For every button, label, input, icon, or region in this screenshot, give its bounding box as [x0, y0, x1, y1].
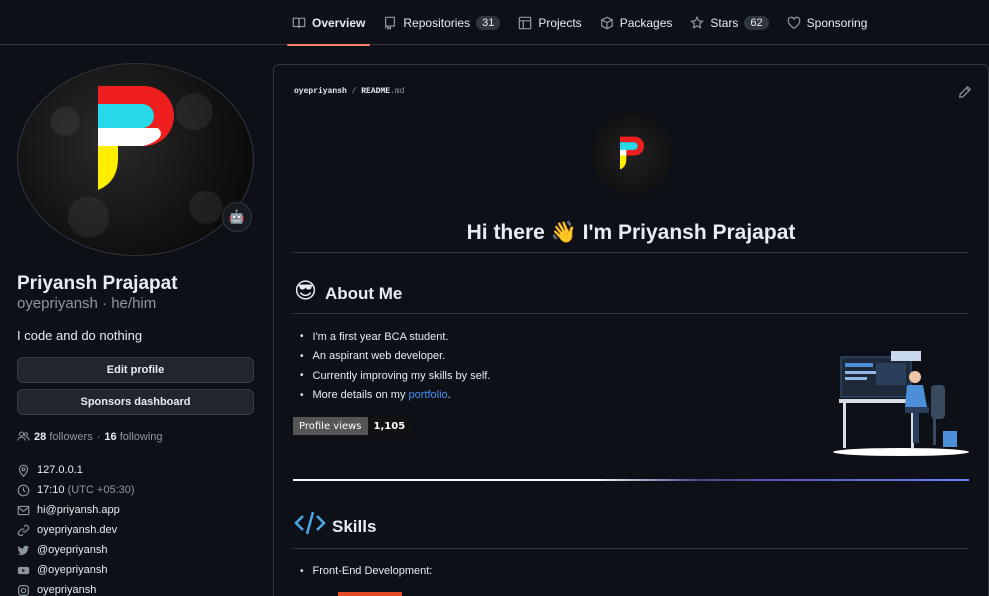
p-logo-icon — [98, 86, 174, 190]
twitter-item[interactable]: @oyepriyansh — [17, 540, 135, 560]
status-emoji-button[interactable]: 🤖 — [222, 202, 252, 232]
gradient-divider — [293, 479, 969, 481]
readme-greeting: Hi there 👋 I'm Priyansh Prajapat — [466, 221, 796, 244]
avatar[interactable] — [17, 63, 254, 256]
tab-sponsoring-label: Sponsoring — [806, 15, 868, 30]
people-icon — [17, 430, 30, 443]
youtube-link[interactable]: @oyepriyansh — [37, 564, 107, 576]
profile-tab-nav: Overview Repositories 31 Projects Packag… — [0, 0, 989, 46]
skills-list: Front-End Development: — [294, 562, 433, 580]
vcard-details: 127.0.0.1 17:10 (UTC +05:30) hi@priyansh… — [17, 460, 135, 596]
list-item: Front-End Development: — [294, 562, 433, 580]
tab-projects[interactable]: Projects — [509, 0, 590, 45]
profile-bio: I code and do nothing — [17, 328, 143, 343]
tab-stars-label: Stars — [710, 15, 739, 30]
tab-overview-label: Overview — [312, 15, 366, 30]
tab-stars[interactable]: Stars 62 — [681, 0, 777, 45]
instagram-item[interactable]: oyepriyansh — [17, 580, 135, 596]
about-heading: 😎 About Me — [294, 278, 402, 304]
book-icon — [292, 16, 306, 30]
twitter-link[interactable]: @oyepriyansh — [37, 544, 107, 556]
youtube-icon — [17, 564, 30, 577]
pencil-icon[interactable] — [958, 85, 974, 101]
table-icon — [518, 16, 532, 30]
profile-login: oyepriyansh · he/him — [17, 295, 157, 312]
instagram-icon — [17, 584, 30, 596]
developer-illustration — [833, 351, 969, 456]
tab-repositories-label: Repositories — [403, 15, 471, 30]
instagram-link[interactable]: oyepriyansh — [37, 584, 96, 596]
website-item[interactable]: oyepriyansh.dev — [17, 520, 135, 540]
skills-heading: Skills — [294, 509, 376, 537]
star-icon — [690, 15, 705, 30]
about-title: About Me — [324, 284, 403, 303]
about-list: I'm a first year BCA student. An aspiran… — [294, 327, 491, 406]
local-time-item: 17:10 (UTC +05:30) — [17, 480, 135, 500]
readme-card: oyepriyansh / README.md Hi there 👋 I'm P… — [273, 64, 989, 596]
following-link[interactable]: 16 following — [104, 431, 162, 443]
heart-icon — [787, 16, 801, 30]
readme-path-file: README — [361, 87, 391, 96]
follow-stats: 28 followers · 16 following — [17, 430, 163, 443]
email-link[interactable]: hi@priyansh.app — [37, 504, 120, 516]
list-item: I'm a first year BCA student. — [294, 327, 490, 347]
mail-icon — [17, 504, 30, 517]
p-logo-icon — [620, 136, 644, 170]
timezone: (UTC +05:30) — [67, 484, 135, 496]
sponsors-dashboard-button[interactable]: Sponsors dashboard — [17, 389, 254, 415]
portfolio-link[interactable]: portfolio — [409, 389, 448, 401]
email-item[interactable]: hi@priyansh.app — [17, 500, 135, 520]
edit-profile-button[interactable]: Edit profile — [17, 357, 254, 383]
profile-full-name: Priyansh Prajapat — [17, 273, 178, 294]
clock-icon — [17, 484, 30, 497]
follow-separator: · — [96, 430, 101, 443]
readme-path-user[interactable]: oyepriyansh — [294, 87, 347, 96]
readme-path: oyepriyansh / README.md — [294, 87, 405, 96]
website-link[interactable]: oyepriyansh.dev — [37, 524, 117, 536]
code-icon — [294, 509, 326, 537]
stars-count: 62 — [744, 15, 769, 30]
tab-list: Overview Repositories 31 Projects Packag… — [283, 0, 877, 46]
repositories-count: 31 — [476, 15, 501, 30]
about-divider — [293, 313, 969, 314]
location-item: 127.0.0.1 — [17, 460, 135, 480]
twitter-icon — [17, 544, 30, 557]
tab-packages[interactable]: Packages — [591, 0, 682, 45]
badge-label: Profile views — [293, 417, 368, 435]
html-skill-badge — [338, 592, 402, 596]
package-icon — [600, 16, 614, 30]
list-item: An aspirant web developer. — [294, 347, 490, 367]
tab-projects-label: Projects — [538, 15, 582, 30]
skills-title: Skills — [332, 517, 377, 536]
link-icon — [17, 524, 30, 537]
tab-overview[interactable]: Overview — [283, 0, 374, 46]
list-item: Currently improving my skills by self. — [294, 366, 491, 386]
sunglasses-icon: 😎 — [294, 278, 317, 303]
followers-link[interactable]: 28 followers — [34, 431, 93, 443]
location-icon — [17, 464, 30, 477]
profile-views-badge: Profile views 1,105 — [293, 417, 412, 435]
robot-icon: 🤖 — [228, 209, 246, 224]
badge-value: 1,105 — [367, 417, 412, 435]
list-item: More details on my portfolio. — [294, 386, 490, 406]
repo-icon — [383, 16, 397, 30]
tab-sponsoring[interactable]: Sponsoring — [778, 0, 877, 45]
readme-logo-image — [592, 114, 672, 194]
tab-repositories[interactable]: Repositories 31 — [374, 0, 509, 45]
skills-divider — [293, 548, 969, 549]
tab-packages-label: Packages — [619, 15, 673, 30]
greeting-divider — [293, 252, 969, 253]
youtube-item[interactable]: @oyepriyansh — [17, 560, 135, 580]
